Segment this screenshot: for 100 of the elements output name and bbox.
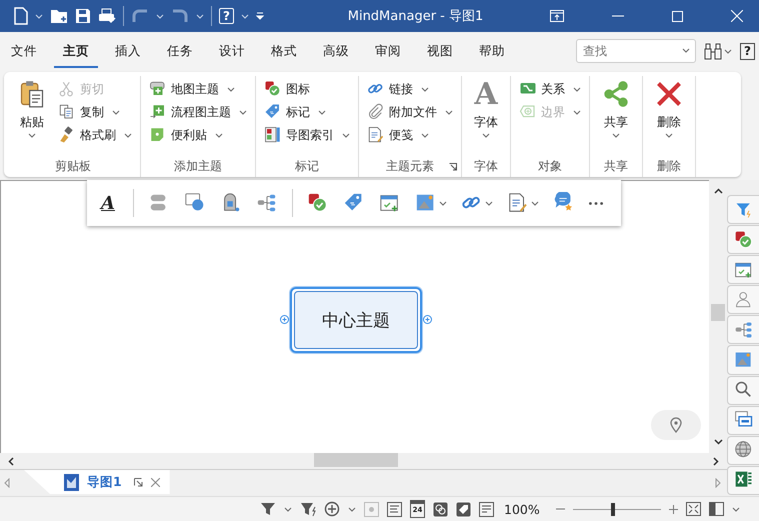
open-folder-icon[interactable]: [50, 8, 68, 24]
caret-icon: [732, 506, 740, 512]
map-document-icon: [64, 474, 79, 490]
side-panel-tab[interactable]: [727, 436, 759, 465]
scroll-right-icon[interactable]: [713, 456, 719, 466]
close-icon[interactable]: [150, 478, 160, 486]
print-icon[interactable]: [98, 8, 116, 24]
caret-icon: [227, 86, 235, 92]
priority-check-icon: [306, 192, 329, 214]
more-icon: [588, 202, 603, 204]
handle-icon[interactable]: [423, 315, 432, 324]
ribbon-tab[interactable]: 高级: [314, 34, 358, 68]
scroll-thumb[interactable]: [314, 453, 398, 467]
toolbar-button[interactable]: [256, 192, 278, 214]
customize-icon[interactable]: [256, 12, 264, 20]
toolbar-button[interactable]: [506, 192, 539, 214]
filter-flash-icon[interactable]: [300, 501, 316, 517]
help-button[interactable]: ?: [740, 42, 755, 60]
delete-icon: [655, 80, 683, 108]
add-circle-icon[interactable]: [324, 501, 340, 517]
scroll-down-icon[interactable]: [714, 439, 722, 445]
ribbon-tab[interactable]: 插入: [106, 34, 150, 68]
text-format-button[interactable]: A: [97, 192, 119, 214]
ribbon-tab[interactable]: 主页: [54, 34, 98, 68]
ribbon-button[interactable]: 链接: [365, 78, 455, 100]
fit-map-icon[interactable]: [686, 502, 701, 516]
side-panel-tab[interactable]: [727, 466, 759, 495]
central-topic[interactable]: 中心主题: [290, 287, 422, 353]
ribbon-button[interactable]: 粘贴: [12, 76, 52, 155]
redo-icon[interactable]: [171, 9, 189, 23]
task-list-icon[interactable]: [479, 502, 494, 516]
maximize-icon[interactable]: [672, 10, 683, 22]
ribbon-button[interactable]: 便笺: [365, 124, 455, 146]
save-icon[interactable]: [75, 8, 91, 24]
group-label: 剪贴板: [55, 158, 91, 174]
side-panel-tab[interactable]: [727, 255, 759, 284]
flowchart-add-icon: [149, 103, 167, 121]
ribbon-tab[interactable]: 设计: [210, 34, 254, 68]
ribbon-button[interactable]: 关系: [517, 78, 583, 100]
side-panel-tab[interactable]: [727, 406, 759, 435]
side-panel-tab[interactable]: [727, 225, 759, 254]
side-panel-tab[interactable]: [727, 376, 759, 405]
float-window-icon[interactable]: [134, 478, 143, 486]
scroll-left-icon[interactable]: [8, 456, 14, 466]
ribbon-button[interactable]: 流程图主题: [147, 101, 249, 123]
caret-icon: [612, 133, 620, 138]
location-pin-icon: [670, 417, 682, 433]
ribbon-button[interactable]: 共享: [596, 76, 636, 155]
caret-icon: [124, 132, 132, 138]
ribbon-tab[interactable]: 视图: [418, 34, 462, 68]
ribbon-button[interactable]: 图标: [262, 78, 352, 100]
new-document-icon[interactable]: [14, 7, 28, 25]
side-panel-tab[interactable]: [727, 285, 759, 314]
filter-icon[interactable]: [260, 501, 276, 517]
ribbon-button[interactable]: 格式刷: [56, 124, 134, 146]
side-panel-tab[interactable]: [727, 315, 759, 344]
caret-icon: [482, 133, 490, 138]
tag-icon[interactable]: [456, 502, 471, 516]
location-button[interactable]: [651, 410, 701, 440]
dialog-launcher-icon[interactable]: [449, 163, 457, 171]
ribbon-tab[interactable]: 格式: [262, 34, 306, 68]
ribbon-tab[interactable]: 审阅: [366, 34, 410, 68]
ribbon-button[interactable]: 附加文件: [365, 101, 455, 123]
scroll-up-icon[interactable]: [714, 188, 722, 194]
toolbar-button[interactable]: [378, 192, 401, 214]
ribbon-button[interactable]: 导图索引: [262, 124, 352, 146]
ribbon-display-icon[interactable]: [550, 10, 564, 22]
side-panel-tab[interactable]: [727, 195, 759, 224]
caret-icon: [342, 132, 350, 138]
ribbon-button[interactable]: 地图主题: [147, 78, 249, 100]
ribbon-button[interactable]: 复制: [56, 101, 134, 123]
caret-icon: [530, 200, 539, 206]
undo-icon[interactable]: [131, 9, 149, 23]
ribbon-tab[interactable]: 帮助: [470, 34, 514, 68]
minimize-icon[interactable]: [612, 15, 624, 17]
toolbar-button[interactable]: [588, 202, 603, 204]
layout-icon[interactable]: [708, 502, 724, 516]
caret-icon: [348, 506, 356, 512]
document-tab[interactable]: 导图1: [24, 470, 170, 494]
binoculars-icon[interactable]: [704, 42, 722, 60]
priority-check-icon: [264, 80, 282, 98]
toolbar-button[interactable]: [306, 192, 329, 214]
ribbon-button[interactable]: 便利贴: [147, 124, 249, 146]
search-field[interactable]: 查找: [576, 39, 696, 63]
caret-icon: [438, 200, 447, 206]
zoom-in-icon[interactable]: [668, 504, 678, 514]
ribbon-button[interactable]: A 字体: [468, 76, 504, 155]
help-button[interactable]: ?: [219, 8, 234, 24]
caret-icon: [239, 110, 247, 114]
ribbon-button[interactable]: 删除: [649, 76, 689, 155]
handle-icon[interactable]: [280, 315, 289, 324]
ribbon-tab[interactable]: 文件: [2, 34, 46, 68]
side-panel-tab[interactable]: [727, 345, 759, 375]
slider-thumb[interactable]: [611, 502, 616, 516]
link-squares-icon[interactable]: [433, 502, 448, 516]
ribbon-button[interactable]: 标记: [262, 101, 352, 123]
outline-icon[interactable]: [387, 502, 402, 516]
ribbon-tab[interactable]: 任务: [158, 34, 202, 68]
scroll-thumb[interactable]: [711, 304, 725, 321]
caret-icon: [682, 48, 690, 53]
